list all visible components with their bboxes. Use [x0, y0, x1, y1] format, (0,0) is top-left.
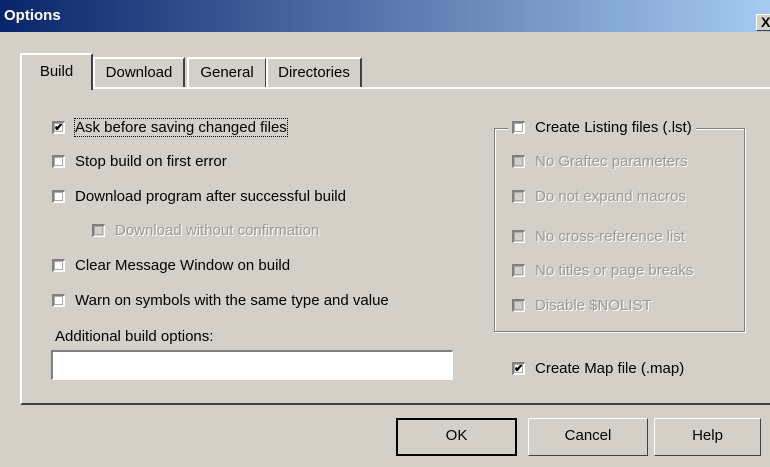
- checkbox-box[interactable]: ✔: [512, 362, 525, 375]
- tab-download[interactable]: Download: [93, 57, 185, 87]
- checkbox-box[interactable]: [52, 155, 65, 168]
- checkbox-label: Clear Message Window on build: [75, 257, 291, 274]
- checkbox-box[interactable]: [512, 190, 525, 203]
- warn-same-type-value-checkbox[interactable]: Warn on symbols with the same type and v…: [52, 292, 389, 309]
- download-after-build-checkbox[interactable]: Download program after successful build: [52, 188, 346, 205]
- ask-before-saving-checkbox[interactable]: ✔ Ask before saving changed files: [52, 118, 288, 137]
- checkbox-box[interactable]: [92, 224, 105, 237]
- tab-general[interactable]: General: [187, 57, 267, 87]
- checkbox-label: Stop build on first error: [75, 153, 227, 170]
- additional-build-options-label: Additional build options:: [55, 328, 214, 345]
- no-cross-reference-list-checkbox[interactable]: No cross-reference list: [512, 228, 685, 245]
- check-mark-icon: ✔: [514, 361, 525, 375]
- ok-button[interactable]: OK: [396, 418, 517, 456]
- checkbox-box[interactable]: [52, 190, 65, 203]
- checkbox-label: Download without confirmation: [115, 222, 320, 239]
- do-not-expand-macros-checkbox[interactable]: Do not expand macros: [512, 188, 686, 205]
- additional-build-options-input[interactable]: [51, 350, 453, 380]
- checkbox-label: Warn on symbols with the same type and v…: [75, 292, 389, 309]
- stop-on-first-error-checkbox[interactable]: Stop build on first error: [52, 153, 227, 170]
- disable-nolist-checkbox[interactable]: Disable $NOLIST: [512, 297, 652, 314]
- help-button[interactable]: Help: [654, 418, 761, 456]
- create-map-file-checkbox[interactable]: ✔ Create Map file (.map): [512, 360, 684, 377]
- create-listing-checkbox[interactable]: Create Listing files (.lst): [508, 119, 696, 136]
- cancel-button[interactable]: Cancel: [528, 418, 648, 456]
- checkbox-box[interactable]: [512, 264, 525, 277]
- clear-message-window-checkbox[interactable]: Clear Message Window on build: [52, 257, 290, 274]
- no-graftec-parameters-checkbox[interactable]: No Graftec parameters: [512, 153, 688, 170]
- checkbox-box[interactable]: [512, 121, 525, 134]
- checkbox-label: Do not expand macros: [535, 188, 686, 205]
- checkbox-label: Download program after successful build: [75, 188, 346, 205]
- checkbox-box[interactable]: [512, 155, 525, 168]
- checkbox-label: Ask before saving changed files: [74, 118, 288, 137]
- checkbox-box[interactable]: [512, 230, 525, 243]
- checkbox-label: Create Listing files (.lst): [535, 119, 692, 136]
- tab-build[interactable]: Build: [20, 53, 93, 90]
- checkbox-box[interactable]: [52, 294, 65, 307]
- download-without-confirmation-checkbox[interactable]: Download without confirmation: [92, 222, 319, 239]
- checkbox-box[interactable]: [512, 299, 525, 312]
- title-bar: [0, 0, 770, 32]
- checkbox-label: No cross-reference list: [535, 228, 686, 245]
- checkbox-box[interactable]: [52, 259, 65, 272]
- close-button[interactable]: X: [756, 14, 770, 31]
- checkbox-box[interactable]: ✔: [52, 121, 65, 134]
- checkbox-label: No Graftec parameters: [535, 153, 688, 170]
- checkbox-label: Create Map file (.map): [535, 360, 685, 377]
- check-mark-icon: ✔: [54, 120, 65, 134]
- checkbox-label: Disable $NOLIST: [535, 297, 652, 314]
- no-titles-page-breaks-checkbox[interactable]: No titles or page breaks: [512, 262, 693, 279]
- tab-directories[interactable]: Directories: [266, 57, 362, 87]
- checkbox-label: No titles or page breaks: [535, 262, 694, 279]
- window-title: Options: [4, 7, 61, 24]
